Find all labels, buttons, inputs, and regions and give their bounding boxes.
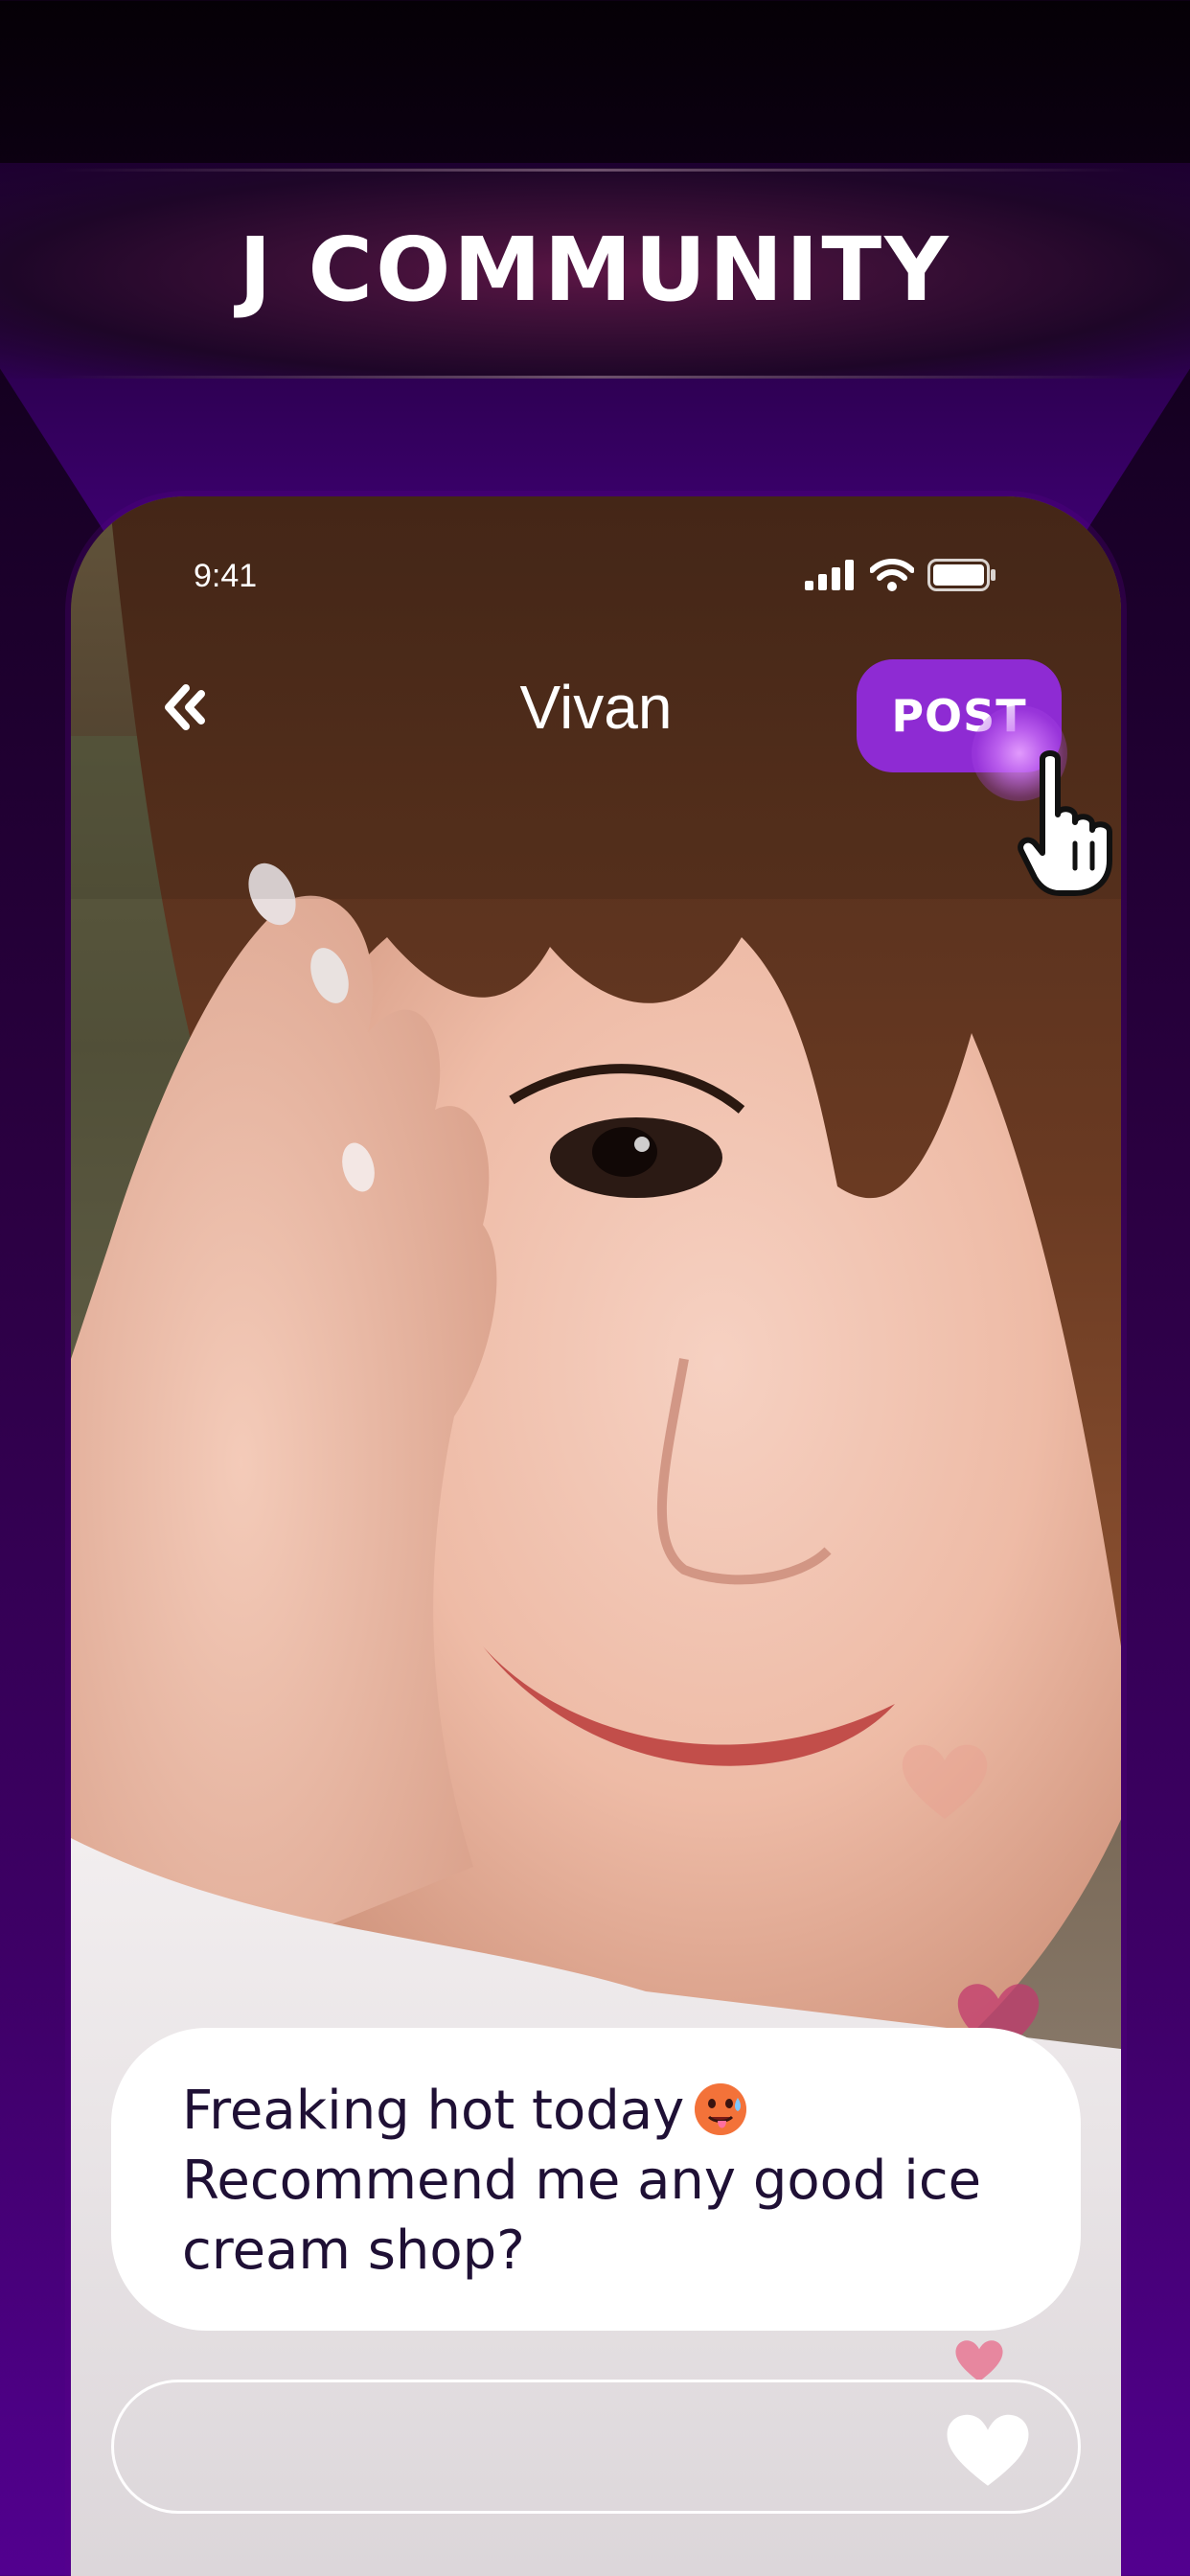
hot-face-emoji-icon (692, 2081, 749, 2138)
wifi-icon (869, 559, 915, 595)
post-caption: Freaking hot today Recommend me any good… (111, 2028, 1081, 2331)
status-time: 9:41 (194, 558, 258, 594)
cellular-signal-icon (805, 560, 857, 594)
phone-screen: 9:41 Vivan POST Freaking hot today Recom… (71, 496, 1121, 2576)
banner-divider-bottom (57, 376, 1133, 379)
floating-heart-icon (902, 1744, 988, 1819)
caption-line-1: Freaking hot today (182, 2076, 1023, 2146)
like-button[interactable] (944, 2409, 1032, 2490)
floating-heart-icon (955, 2340, 1003, 2382)
comment-input[interactable] (111, 2380, 1081, 2514)
battery-icon (927, 559, 996, 595)
hand-pointer-icon (1018, 750, 1112, 896)
caption-line-3: cream shop? (182, 2220, 525, 2282)
banner-divider-top (57, 169, 1133, 172)
caption-line-2: Recommend me any good ice (182, 2150, 982, 2212)
header-banner: J COMMUNITY (0, 0, 1190, 537)
app-title: J COMMUNITY (239, 218, 951, 321)
heart-icon (947, 2414, 1029, 2486)
status-icons (805, 559, 996, 595)
